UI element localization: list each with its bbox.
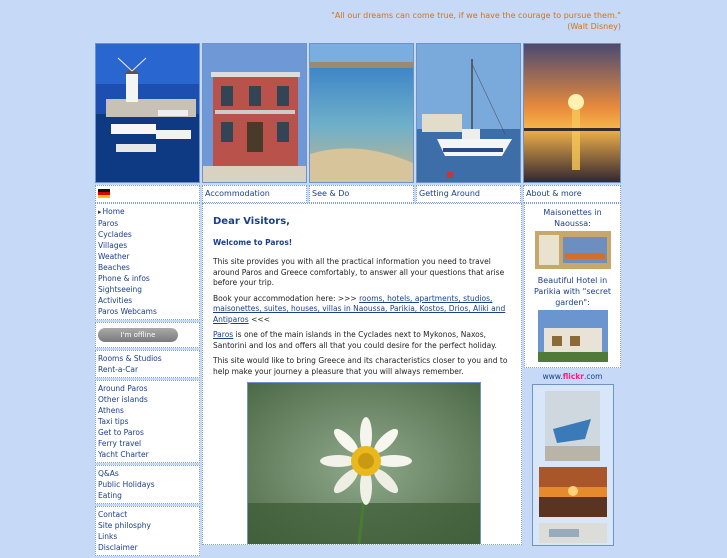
nav-link-phone-infos[interactable]: Phone & infos: [98, 273, 197, 284]
nav-link-villages[interactable]: Villages: [98, 240, 197, 251]
nav-group-site: Contact Site philosphy Links Disclaimer: [95, 506, 200, 556]
nav-link-paros[interactable]: Paros: [98, 218, 197, 229]
nav-link-rent-a-car[interactable]: Rent-a-Car: [98, 364, 197, 375]
nav-link-weather[interactable]: Weather: [98, 251, 197, 262]
booking-paragraph: Book your accommodation here: >>> rooms,…: [213, 294, 511, 326]
quote-text: "All our dreams can come true, if we hav…: [331, 11, 621, 20]
promo-box: Maisonettes in Naoussa: Beautiful Hotel …: [524, 203, 621, 368]
nav-link-get-to-paros[interactable]: Get to Paros: [98, 427, 197, 438]
quote-author: (Walt Disney): [567, 22, 621, 31]
maisonettes-thumbnail[interactable]: [534, 231, 611, 269]
daisy-photo: [247, 382, 481, 544]
nav-link-around-paros[interactable]: Around Paros: [98, 383, 197, 394]
page-title: Dear Visitors,: [213, 216, 290, 227]
flickr-suffix: .com: [583, 372, 603, 381]
nav-link-site-philosophy[interactable]: Site philosphy: [98, 520, 197, 531]
paros-text: is one of the main islands in the Cyclad…: [213, 330, 497, 350]
offline-status-button[interactable]: I'm offline: [98, 328, 178, 342]
nav-link-contact[interactable]: Contact: [98, 509, 197, 520]
nav-group-accommodation: Rooms & Studios Rent-a-Car: [95, 350, 200, 378]
beach-water-photo: [309, 43, 414, 183]
intro-paragraph: This site provides you with all the prac…: [213, 257, 505, 287]
nav-see-and-do[interactable]: See & Do: [309, 185, 414, 203]
paros-paragraph: Paros is one of the main islands in the …: [213, 330, 511, 351]
header: Accommodation See & Do Getting Around Ab…: [95, 43, 622, 203]
closing-paragraph: This site would like to bring Greece and…: [213, 356, 508, 376]
fishing-boat-photo: [416, 43, 521, 183]
flickr-photo-list: [531, 384, 614, 546]
nav-link-public-holidays[interactable]: Public Holidays: [98, 479, 197, 490]
paros-link[interactable]: Paros: [213, 330, 233, 339]
flickr-logo: flickr: [562, 372, 584, 381]
flickr-photo-harbor[interactable]: [538, 523, 607, 543]
flickr-widget: www.flickr.com: [524, 372, 621, 546]
hotel-thumbnail[interactable]: [537, 310, 608, 362]
sunset-photo: [523, 43, 621, 183]
quote: "All our dreams can come true, if we hav…: [201, 10, 621, 32]
booking-suffix: <<<: [248, 314, 270, 324]
maisonettes-heading[interactable]: Maisonettes in Naoussa:: [529, 207, 616, 229]
hotel-heading[interactable]: Beautiful Hotel in Parikia with "secret …: [529, 275, 616, 308]
nav-link-home[interactable]: Home: [98, 206, 197, 218]
main-content: Dear Visitors, Welcome to Paros! This si…: [202, 203, 522, 545]
nav-group-info: Q&As Public Holidays Eating: [95, 465, 200, 504]
nav-link-sightseeing[interactable]: Sightseeing: [98, 284, 197, 295]
welcome-heading: Welcome to Paros!: [213, 238, 293, 247]
nav-link-taxi-tips[interactable]: Taxi tips: [98, 416, 197, 427]
nav-link-eating[interactable]: Eating: [98, 490, 197, 501]
photo-strip: [95, 43, 622, 183]
nav-link-athens[interactable]: Athens: [98, 405, 197, 416]
top-nav: Accommodation See & Do Getting Around Ab…: [95, 185, 622, 203]
nav-accommodation[interactable]: Accommodation: [202, 185, 307, 203]
windmill-harbor-photo: [95, 43, 200, 183]
flickr-prefix: www.: [542, 372, 563, 381]
nav-link-other-islands[interactable]: Other islands: [98, 394, 197, 405]
red-house-photo: [202, 43, 307, 183]
nav-link-qas[interactable]: Q&As: [98, 468, 197, 479]
nav-link-disclaimer[interactable]: Disclaimer: [98, 542, 197, 553]
nav-group-main: Home Paros Cyclades Villages Weather Bea…: [95, 203, 200, 320]
nav-about-and-more[interactable]: About & more: [523, 185, 621, 203]
nav-link-activities[interactable]: Activities: [98, 295, 197, 306]
booking-prefix: Book your accommodation here: >>>: [213, 293, 360, 303]
flickr-photo-boat[interactable]: [544, 391, 600, 461]
right-sidebar: Maisonettes in Naoussa: Beautiful Hotel …: [524, 203, 621, 546]
nav-link-webcams[interactable]: Paros Webcams: [98, 306, 197, 317]
left-nav: Home Paros Cyclades Villages Weather Bea…: [95, 203, 200, 558]
nav-link-ferry-travel[interactable]: Ferry travel: [98, 438, 197, 449]
flickr-link[interactable]: www.flickr.com: [543, 372, 603, 381]
german-flag-icon[interactable]: [98, 189, 110, 198]
nav-link-beaches[interactable]: Beaches: [98, 262, 197, 273]
nav-link-links[interactable]: Links: [98, 531, 197, 542]
nav-link-rooms-studios[interactable]: Rooms & Studios: [98, 353, 197, 364]
nav-link-yacht-charter[interactable]: Yacht Charter: [98, 449, 197, 460]
nav-link-cyclades[interactable]: Cyclades: [98, 229, 197, 240]
nav-getting-around[interactable]: Getting Around: [416, 185, 521, 203]
nav-group-travel: Around Paros Other islands Athens Taxi t…: [95, 380, 200, 463]
flickr-photo-sunset[interactable]: [538, 467, 607, 517]
chat-status-box: I'm offline: [95, 322, 200, 348]
language-flag-cell[interactable]: [95, 185, 200, 203]
